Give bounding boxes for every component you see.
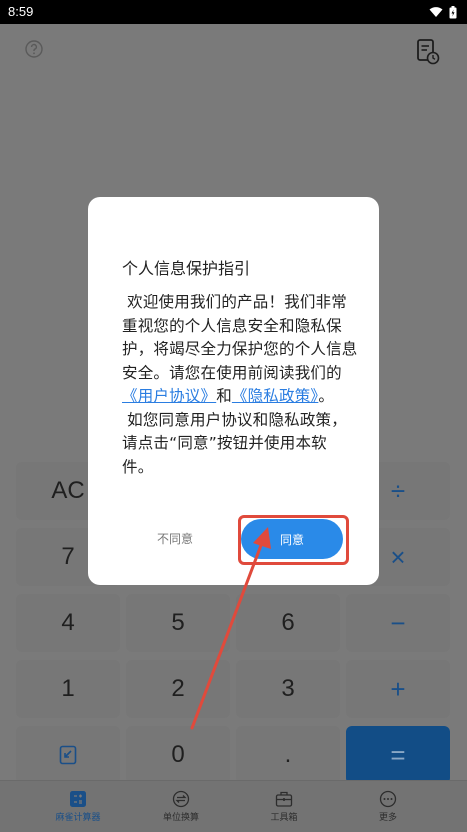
- key-label: 0: [171, 741, 185, 768]
- tab-label: 单位换算: [162, 813, 199, 823]
- key-4[interactable]: 4: [16, 594, 120, 652]
- dialog-second-text: 如您同意用户协议和隐私政策，请点击“同意”按钮并使用本软件。: [122, 410, 347, 476]
- key-minus[interactable]: −: [346, 594, 450, 652]
- key-label: .: [284, 741, 292, 768]
- collapse-icon: [59, 745, 77, 765]
- key-equals[interactable]: =: [346, 726, 450, 784]
- key-0[interactable]: 0: [126, 726, 230, 784]
- unit-convert-icon: [172, 790, 190, 808]
- history-icon[interactable]: [415, 38, 441, 66]
- dialog-second: 如您同意用户协议和隐私政策，请点击“同意”按钮并使用本软件。: [122, 411, 347, 476]
- privacy-policy-link[interactable]: 《隐私政策》: [232, 387, 318, 405]
- tab-label: 麻雀计算器: [55, 813, 101, 823]
- key-3[interactable]: 3: [236, 660, 340, 718]
- help-icon[interactable]: [23, 38, 45, 60]
- key-label: 7: [61, 543, 75, 570]
- dialog-body: 欢迎使用我们的产品！我们非常重视您的个人信息安全和隐私保护，将竭尽全力保护您的个…: [122, 291, 358, 479]
- key-label: 6: [281, 609, 295, 636]
- toolbox-icon: [275, 791, 293, 807]
- dialog-period: 。: [318, 387, 335, 405]
- disagree-button[interactable]: 不同意: [140, 530, 210, 550]
- more-icon: [379, 790, 397, 808]
- key-plus[interactable]: +: [346, 660, 450, 718]
- tab-label: 更多: [378, 813, 397, 823]
- annotation-highlight-box: [238, 515, 349, 565]
- tab-toolbox[interactable]: 工具箱: [226, 781, 342, 832]
- dialog-conj: 和: [216, 387, 232, 405]
- key-label: −: [390, 607, 406, 638]
- status-icons: [429, 3, 457, 21]
- key-label: +: [390, 673, 406, 704]
- status-time: 8:59: [8, 4, 34, 19]
- key-label: 1: [61, 675, 75, 702]
- tab-unit-conversion[interactable]: 单位换算: [123, 781, 239, 832]
- dialog-title: 个人信息保护指引: [122, 259, 251, 278]
- user-agreement-link[interactable]: 《用户协议》: [122, 387, 216, 405]
- key-label: 5: [171, 609, 185, 636]
- key-collapse[interactable]: [16, 726, 120, 784]
- bottom-tab-bar: 麻雀计算器 单位换算 工具箱 更多: [0, 780, 467, 832]
- key-label: 2: [171, 675, 185, 702]
- key-label: AC: [51, 477, 85, 504]
- tab-more[interactable]: 更多: [330, 781, 446, 832]
- status-bar: 8:59: [0, 0, 467, 24]
- key-1[interactable]: 1: [16, 660, 120, 718]
- calculator-icon: [70, 791, 86, 807]
- key-label: 4: [61, 609, 75, 636]
- key-label: =: [390, 739, 406, 770]
- tab-label: 工具箱: [270, 813, 298, 823]
- dialog-intro-text: 欢迎使用我们的产品！我们非常重视您的个人信息安全和隐私保护，将竭尽全力保护您的个…: [122, 293, 358, 382]
- key-label: ×: [390, 541, 406, 572]
- key-6[interactable]: 6: [236, 594, 340, 652]
- key-5[interactable]: 5: [126, 594, 230, 652]
- tab-mahjong-calculator[interactable]: 麻雀计算器: [20, 781, 136, 832]
- key-label: 3: [281, 675, 295, 702]
- battery-icon: [449, 5, 457, 18]
- dialog-intro: 欢迎使用我们的产品！我们非常重视您的个人信息安全和隐私保护，将竭尽全力保护您的个…: [122, 293, 358, 382]
- key-label: ÷: [390, 475, 406, 506]
- key-decimal[interactable]: .: [236, 726, 340, 784]
- key-2[interactable]: 2: [126, 660, 230, 718]
- wifi-icon: [429, 7, 443, 17]
